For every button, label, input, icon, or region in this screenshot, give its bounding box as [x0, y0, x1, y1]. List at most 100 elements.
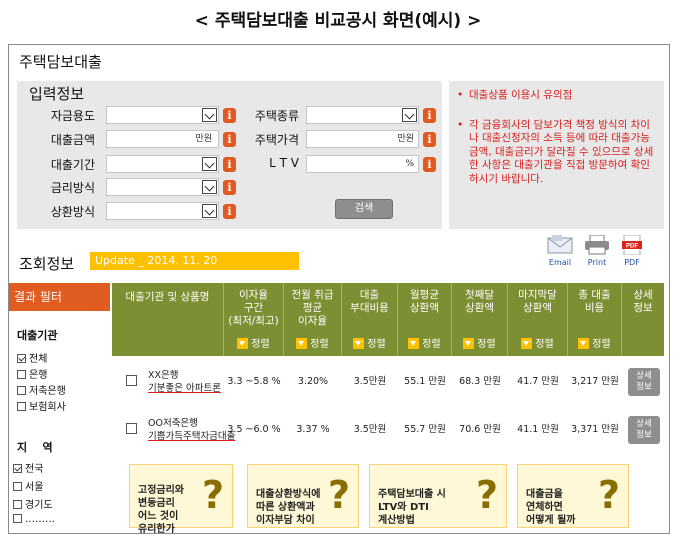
pdf-icon: PDF: [622, 235, 642, 255]
app-title: 주택담보대출: [19, 53, 102, 71]
column-label: 이자율 구간 (최저/최고): [228, 289, 279, 327]
checkbox[interactable]: [13, 482, 22, 491]
loan-amount-input[interactable]: 만원: [106, 130, 219, 148]
detail-button[interactable]: 상세 정보: [628, 368, 660, 396]
print-label: Print: [587, 258, 607, 267]
checkbox[interactable]: [17, 402, 26, 411]
info-icon[interactable]: i: [423, 108, 436, 123]
email-label: Email: [548, 258, 572, 267]
checkbox[interactable]: [17, 370, 26, 379]
total-cost-cell: 3,371 만원: [571, 424, 619, 435]
checkbox[interactable]: [17, 386, 26, 395]
filter-option[interactable]: 서울: [13, 478, 43, 493]
sort-control[interactable]: 정렬: [342, 338, 397, 351]
column-header-last-month[interactable]: 마지막달 상환액정렬: [508, 283, 568, 356]
info-icon[interactable]: i: [423, 132, 436, 147]
product-cell: XX은행 기분좋은 아파트론: [148, 369, 221, 395]
filter-option-label: 은행: [29, 370, 48, 381]
info-icon[interactable]: i: [423, 157, 436, 172]
print-export[interactable]: Print: [582, 235, 612, 267]
faq-card[interactable]: 주택담보대출 시 LTV와 DTI 계산방법 ?: [369, 464, 507, 528]
filter-option[interactable]: ………: [13, 514, 55, 525]
app-window: 주택담보대출 입력정보 자금용도 i 대출금액 만원 i 대출기간 i 금리방식…: [8, 44, 670, 535]
fund-purpose-select[interactable]: [106, 106, 219, 124]
sort-control[interactable]: 정렬: [284, 338, 341, 351]
filter-option[interactable]: 전국: [13, 460, 43, 475]
table-row: XX은행 기분좋은 아파트론 3.3 ~5.8 % 3.20% 3.5만원 55…: [112, 360, 664, 404]
column-label: 총 대출 비용: [578, 289, 611, 314]
faq-card[interactable]: 고정금리와 변동금리 어느 것이 유리한가 ?: [129, 464, 233, 535]
email-icon: [547, 235, 573, 254]
input-panel: 입력정보 자금용도 i 대출금액 만원 i 대출기간 i 금리방식 i 상환방식…: [17, 81, 442, 229]
email-export[interactable]: Email: [545, 235, 575, 267]
field-label-fund-purpose: 자금용도: [50, 109, 95, 123]
chevron-down-icon[interactable]: [202, 157, 217, 171]
question-mark-icon: ?: [327, 473, 350, 517]
filter-option[interactable]: 은행: [17, 366, 47, 381]
product-name[interactable]: 기쁨가득주택자금대출: [148, 430, 235, 443]
filter-option[interactable]: 전체: [17, 350, 47, 365]
search-button[interactable]: 검색: [335, 199, 393, 219]
column-label: 마지막달 상환액: [518, 289, 557, 314]
notice-title: 대출상품 이용시 유의점: [457, 89, 656, 103]
sort-control[interactable]: 정렬: [508, 338, 567, 351]
chevron-down-icon[interactable]: [202, 108, 217, 122]
repayment-select[interactable]: [106, 202, 219, 220]
monthly-cell: 55.1 만원: [404, 376, 446, 387]
row-checkbox[interactable]: [126, 375, 137, 386]
page-title: < 주택담보대출 비교공시 화면(예시) >: [194, 11, 482, 31]
loan-period-select[interactable]: [106, 155, 219, 173]
column-header-first-month[interactable]: 첫째달 상환액정렬: [452, 283, 508, 356]
checkbox-checked[interactable]: [17, 354, 26, 363]
house-price-input[interactable]: 만원: [306, 130, 419, 148]
faq-card[interactable]: 대출상환방식에 따른 상환액과 이자부담 차이 ?: [247, 464, 359, 528]
chevron-down-icon[interactable]: [202, 204, 217, 218]
sort-label: 정렬: [592, 339, 611, 350]
product-name[interactable]: 기분좋은 아파트론: [148, 382, 221, 395]
filter-option[interactable]: 경기도: [13, 496, 53, 511]
pdf-export[interactable]: PDF PDF: [617, 235, 647, 267]
sort-label: 정렬: [251, 339, 270, 350]
sort-control[interactable]: 정렬: [452, 338, 507, 351]
column-label: 상세 정보: [633, 289, 653, 314]
field-label-loan-amount: 대출금액: [50, 133, 95, 147]
chevron-down-icon[interactable]: [202, 180, 217, 194]
info-icon[interactable]: i: [223, 180, 236, 195]
svg-text:PDF: PDF: [626, 244, 638, 250]
filter-option[interactable]: 저축은행: [17, 382, 66, 397]
field-label-house-price: 주택가격: [254, 133, 299, 147]
faq-text: 주택담보대출 시 LTV와 DTI 계산방법: [378, 489, 446, 526]
sort-down-icon: [521, 338, 533, 349]
house-type-select[interactable]: [306, 106, 419, 124]
ltv-input[interactable]: %: [306, 155, 419, 173]
column-header-total-cost[interactable]: 총 대출 비용정렬: [568, 283, 622, 356]
column-header-product: 대출기관 및 상품명: [112, 283, 224, 356]
sort-label: 정렬: [367, 339, 386, 350]
column-header-extra-cost[interactable]: 대출 부대비용 정렬: [342, 283, 398, 356]
sort-control[interactable]: 정렬: [568, 338, 621, 351]
results-table-header: 대출기관 및 상품명 이자율 구간 (최저/최고) 정렬 전월 취급 평균 이자율…: [112, 283, 664, 356]
notice-text: 각 금융회사의 담보가격 책정 방식의 차이나 대출신청자의 소득 등에 따라 …: [457, 119, 656, 187]
faq-card[interactable]: 대출금을 연체하면 어떻게 될까 ?: [517, 464, 629, 528]
bank-name: XX은행: [148, 370, 179, 381]
checkbox-checked[interactable]: [13, 464, 22, 473]
info-icon[interactable]: i: [223, 204, 236, 219]
pdf-label: PDF: [624, 258, 640, 267]
chevron-down-icon[interactable]: [402, 108, 417, 122]
rate-type-select[interactable]: [106, 178, 219, 196]
detail-button[interactable]: 상세 정보: [628, 416, 660, 444]
filter-option-label: 저축은행: [29, 386, 66, 397]
column-label: 첫째달 상환액: [465, 289, 494, 314]
filter-option[interactable]: 보험회사: [17, 398, 66, 413]
sort-control[interactable]: 정렬: [224, 338, 283, 351]
filter-option-label: 전체: [29, 354, 48, 365]
printer-icon: [585, 235, 609, 255]
column-label: 대출기관 및 상품명: [125, 291, 210, 303]
sort-control[interactable]: 정렬: [398, 338, 451, 351]
column-header-rate-range[interactable]: 이자율 구간 (최저/최고) 정렬: [224, 283, 284, 356]
row-checkbox[interactable]: [126, 423, 137, 434]
checkbox[interactable]: [13, 500, 22, 509]
column-header-avg-rate[interactable]: 전월 취급 평균 이자율 정렬: [284, 283, 342, 356]
column-header-monthly[interactable]: 월평균 상환액 정렬: [398, 283, 452, 356]
checkbox[interactable]: [13, 514, 22, 523]
